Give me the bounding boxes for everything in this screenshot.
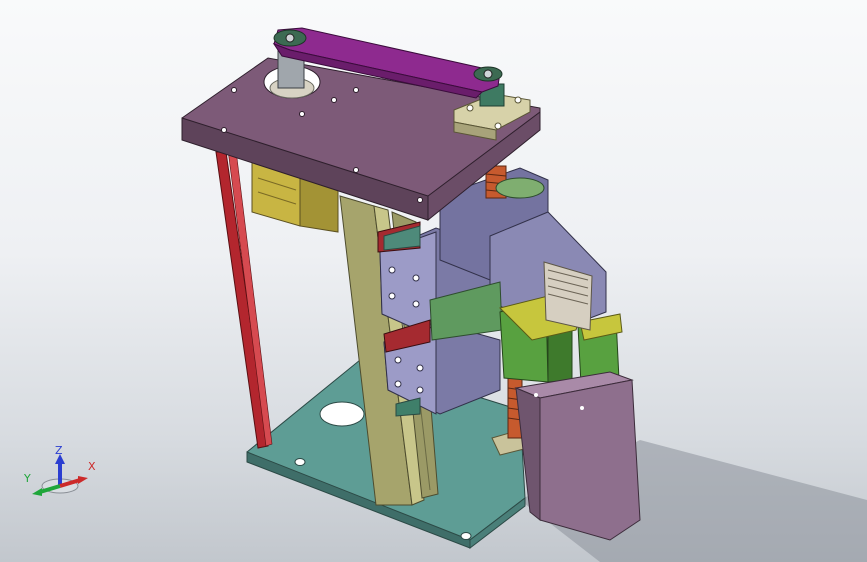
y-arrowhead-icon xyxy=(32,488,42,496)
assembly-model[interactable] xyxy=(0,0,867,562)
coordinate-triad: Z Y X xyxy=(18,444,108,508)
x-arrowhead-icon xyxy=(78,476,88,484)
y-axis-label: Y xyxy=(23,472,31,485)
triad-svg: Z Y X xyxy=(23,444,96,496)
z-axis-label: Z xyxy=(55,446,63,457)
x-axis-label: X xyxy=(88,460,96,473)
housing-box[interactable] xyxy=(514,371,641,541)
graphics-viewport[interactable]: Z Y X xyxy=(0,0,867,562)
